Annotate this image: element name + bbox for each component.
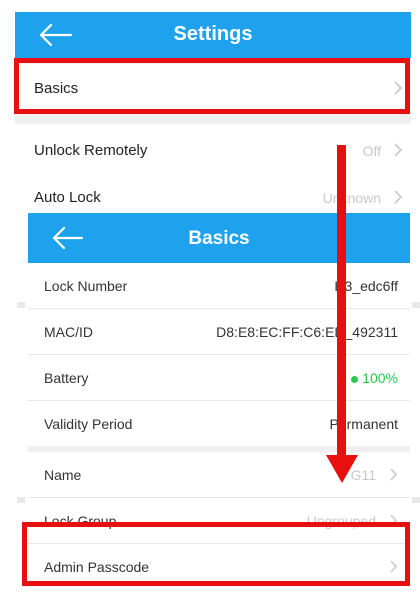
annotation-arrow-head <box>326 455 358 483</box>
annotation-highlight-admin-passcode <box>22 522 410 586</box>
row-mac-id: MAC/ID D8:E8:EC:FF:C6:ED_492311 <box>28 309 410 354</box>
settings-row-unlock-remotely[interactable]: Unlock Remotely Off <box>15 124 411 170</box>
basics-title: Basics <box>188 228 250 249</box>
row-label: Unlock Remotely <box>34 142 148 159</box>
annotation-highlight-basics <box>14 58 410 114</box>
row-label: MAC/ID <box>44 324 93 340</box>
settings-row-auto-lock[interactable]: Auto Lock Unknown <box>15 170 411 212</box>
row-label: Battery <box>44 370 89 386</box>
row-label: Validity Period <box>44 416 133 432</box>
settings-header: Settings <box>15 12 411 58</box>
basics-header: Basics <box>28 213 410 263</box>
background-stub <box>17 302 25 308</box>
row-value: Unknown <box>322 190 381 206</box>
row-label: Lock Number <box>44 278 128 294</box>
chevron-right-icon <box>394 190 403 204</box>
battery-dot-icon <box>351 375 359 383</box>
background-stub <box>17 497 25 503</box>
row-value: 100% <box>362 370 398 386</box>
row-battery: Battery 100% <box>28 355 410 400</box>
background-stub <box>412 302 420 308</box>
row-label: Auto Lock <box>34 189 101 206</box>
row-value: D8:E8:EC:FF:C6:ED_492311 <box>216 324 398 340</box>
annotation-arrow-shaft <box>337 145 346 460</box>
background-stub <box>412 497 420 503</box>
row-lock-number: Lock Number H3_edc6ff <box>28 263 410 308</box>
row-validity-period: Validity Period Permanent <box>28 401 410 446</box>
chevron-right-icon <box>394 143 403 157</box>
settings-title: Settings <box>173 23 253 45</box>
row-value: Off <box>362 143 381 159</box>
chevron-right-icon <box>390 468 398 481</box>
row-label: Name <box>44 467 82 483</box>
battery-status: 100% <box>351 370 398 386</box>
